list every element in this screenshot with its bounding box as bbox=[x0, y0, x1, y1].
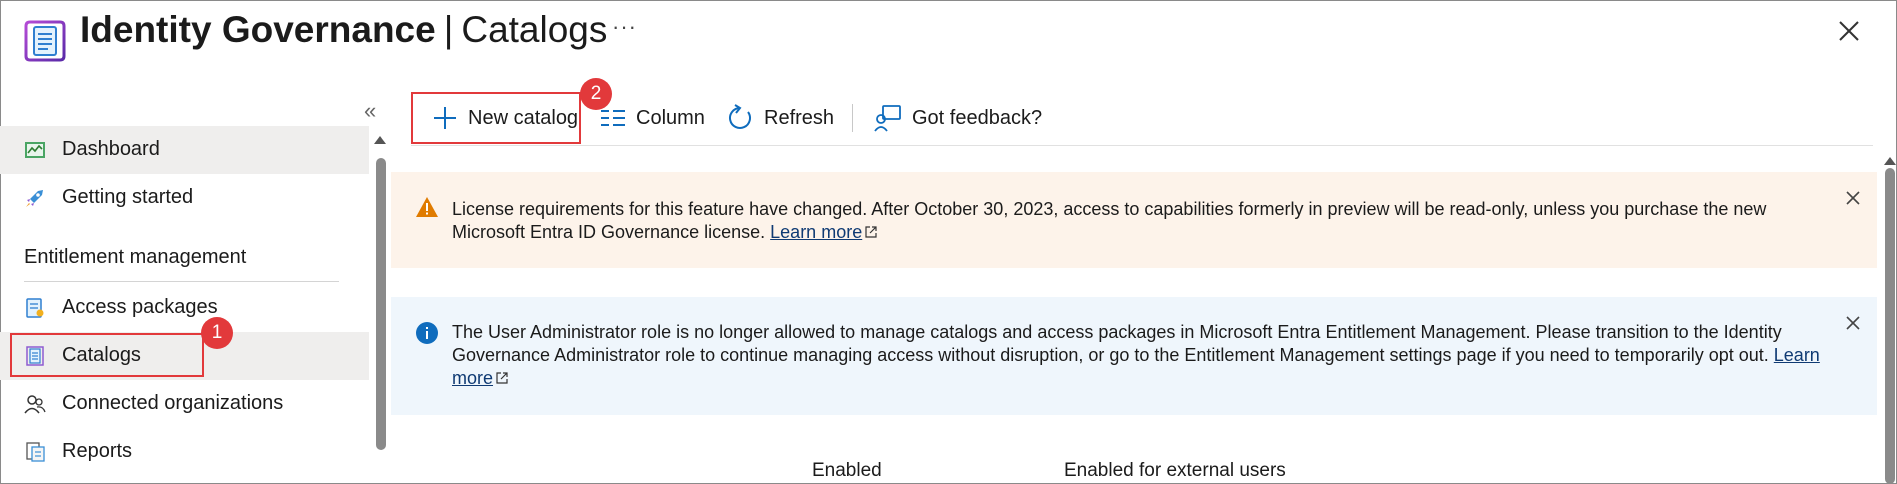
more-options-button[interactable]: ··· bbox=[612, 14, 637, 40]
sidebar-item-reports[interactable]: Reports bbox=[0, 428, 369, 476]
sidebar-item-label: Reports bbox=[62, 440, 133, 462]
sidebar-item-access-packages[interactable]: Access packages bbox=[0, 284, 369, 332]
close-icon[interactable] bbox=[1834, 16, 1864, 46]
got-feedback-label: Got feedback? bbox=[912, 106, 1043, 129]
content-scroll-up-arrow[interactable] bbox=[1884, 157, 1896, 165]
page-title-sub: Catalogs bbox=[461, 9, 608, 50]
new-catalog-button[interactable]: New catalog bbox=[432, 102, 578, 134]
refresh-button[interactable]: Refresh bbox=[726, 102, 834, 134]
toolbar-divider bbox=[852, 104, 853, 132]
got-feedback-button[interactable]: Got feedback? bbox=[874, 102, 1042, 134]
column-button[interactable]: Column bbox=[600, 102, 705, 134]
section-heading-entitlement-management: Entitlement management bbox=[24, 246, 247, 268]
collapse-sidebar-button[interactable]: « bbox=[364, 98, 376, 124]
new-catalog-label: New catalog bbox=[468, 106, 579, 129]
info-message: The User Administrator role is no longer… bbox=[452, 322, 1782, 365]
sidebar-item-label: Connected organizations bbox=[62, 392, 284, 414]
warning-icon bbox=[416, 197, 438, 217]
external-link-icon bbox=[496, 372, 508, 384]
column-header-enabled-external[interactable]: Enabled for external users bbox=[1064, 460, 1286, 482]
sidebar-item-dashboard[interactable]: Dashboard bbox=[0, 126, 369, 174]
sidebar-scrollbar-thumb[interactable] bbox=[376, 158, 386, 450]
section-divider bbox=[24, 281, 339, 282]
access-package-icon bbox=[26, 298, 44, 318]
sidebar-scroll-up-arrow[interactable] bbox=[374, 136, 386, 144]
role-info-text: The User Administrator role is no longer… bbox=[452, 321, 1837, 390]
info-icon bbox=[416, 322, 438, 344]
column-label: Column bbox=[636, 106, 705, 129]
warning-message: License requirements for this feature ha… bbox=[452, 199, 1767, 242]
dismiss-info-icon[interactable] bbox=[1845, 315, 1861, 331]
sidebar-item-label: Getting started bbox=[62, 186, 194, 208]
page-title: Identity Governance | Catalogs bbox=[80, 8, 607, 52]
dashboard-icon bbox=[25, 142, 45, 158]
step-badge-1: 1 bbox=[201, 317, 233, 349]
license-warning-banner: License requirements for this feature ha… bbox=[391, 172, 1877, 268]
sidebar-item-label: Dashboard bbox=[62, 138, 160, 160]
refresh-icon bbox=[729, 104, 751, 129]
sidebar-item-getting-started[interactable]: Getting started bbox=[0, 174, 369, 222]
columns-icon bbox=[601, 110, 625, 126]
column-header-enabled[interactable]: Enabled bbox=[812, 460, 882, 482]
people-icon bbox=[24, 395, 46, 414]
dismiss-warning-icon[interactable] bbox=[1845, 190, 1861, 206]
plus-icon bbox=[434, 107, 456, 129]
content-scrollbar-thumb[interactable] bbox=[1885, 168, 1895, 484]
page-title-main: Identity Governance bbox=[80, 9, 436, 50]
identity-governance-app-icon bbox=[24, 20, 66, 62]
external-link-icon bbox=[865, 226, 877, 238]
rocket-icon bbox=[26, 190, 43, 207]
page-title-separator: | bbox=[443, 9, 454, 50]
role-info-banner: The User Administrator role is no longer… bbox=[391, 297, 1877, 415]
catalogs-highlight-box bbox=[10, 333, 204, 377]
license-warning-text: License requirements for this feature ha… bbox=[452, 198, 1837, 244]
feedback-icon bbox=[874, 105, 901, 132]
reports-icon bbox=[26, 442, 45, 462]
toolbar-separator bbox=[411, 145, 1873, 146]
sidebar-item-label: Access packages bbox=[62, 296, 218, 318]
warning-learn-more-link[interactable]: Learn more bbox=[770, 222, 862, 242]
refresh-label: Refresh bbox=[764, 106, 835, 129]
sidebar-item-connected-organizations[interactable]: Connected organizations bbox=[0, 380, 369, 428]
